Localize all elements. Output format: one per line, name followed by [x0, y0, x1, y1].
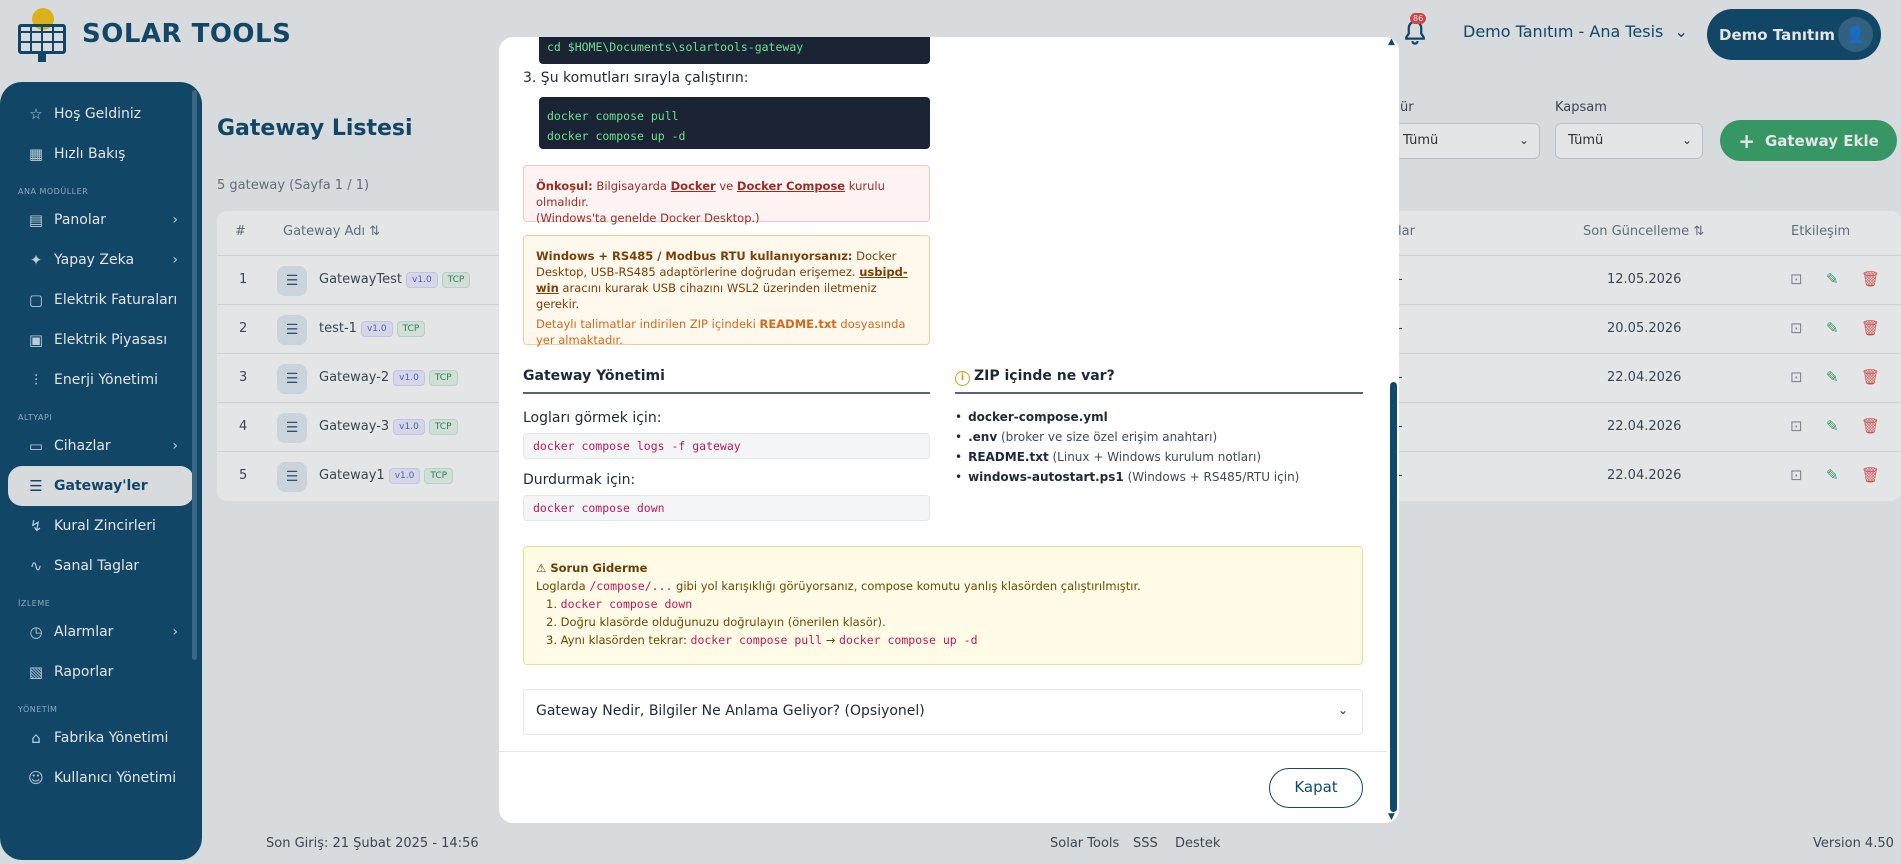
- docker-compose-link[interactable]: Docker Compose: [737, 179, 845, 193]
- stop-command[interactable]: docker compose down: [523, 495, 930, 521]
- list-item: .env (broker ve size özel erişim anahtar…: [955, 427, 1299, 447]
- zip-item-name: docker-compose.yml: [968, 410, 1108, 424]
- windows-rs485-alert: Windows + RS485 / Modbus RTU kullanıyors…: [523, 235, 930, 347]
- chevron-down-icon: ⌄: [1337, 703, 1348, 717]
- logs-label: Logları görmek için:: [523, 410, 662, 426]
- cd-command-block: cd $HOME\Documents\solartools-gateway: [539, 37, 930, 64]
- docker-link[interactable]: Docker: [671, 179, 716, 193]
- zip-item-desc: (broker ve size özel erişim anahtarı): [997, 430, 1218, 444]
- list-item: docker-compose.yml: [955, 407, 1299, 427]
- readme-note1: Detaylı talimatlar indirilen ZIP içindek…: [536, 317, 760, 331]
- trouble-step1-num: 1.: [546, 597, 557, 611]
- zip-contents-list: docker-compose.yml .env (broker ve size …: [955, 407, 1299, 487]
- gateway-setup-modal: cd $HOME\Documents\solartools-gateway 3.…: [499, 37, 1399, 823]
- trouble-step3-cmd1: docker compose pull: [690, 633, 823, 647]
- accordion-label: Gateway Nedir, Bilgiler Ne Anlama Geliyo…: [536, 703, 925, 719]
- troubleshooting-alert: ⚠ Sorun Giderme Loglarda /compose/... gi…: [523, 546, 1363, 665]
- trouble-step2: 2. Doğru klasörde olduğunuzu doğrulayın …: [546, 615, 886, 629]
- prereq-text4: (Windows'ta genelde Docker Desktop.): [536, 211, 760, 225]
- warning-icon: ⚠: [536, 561, 547, 575]
- scroll-up-icon[interactable]: ▲: [1388, 37, 1395, 47]
- stop-label: Durdurmak için:: [523, 472, 636, 488]
- windows-title: Windows + RS485 / Modbus RTU kullanıyors…: [536, 249, 853, 263]
- list-item: README.txt (Linux + Windows kurulum notl…: [955, 447, 1299, 467]
- zip-item-desc: (Windows + RS485/RTU için): [1123, 470, 1300, 484]
- gateway-management-heading: Gateway Yönetimi: [523, 368, 930, 394]
- step3-code-block: docker compose pull docker compose up -d: [539, 97, 930, 149]
- prereq-text2: ve: [715, 179, 737, 193]
- info-icon: i: [955, 371, 970, 386]
- code-line: cd $HOME\Documents\solartools-gateway: [547, 40, 804, 54]
- trouble-step1-cmd: docker compose down: [560, 597, 693, 611]
- trouble-step3-cmd2: docker compose up -d: [839, 633, 978, 647]
- windows-text2: aracını kurarak USB cihazını WSL2 üzerin…: [536, 281, 877, 311]
- trouble-path: /compose/...: [589, 579, 673, 593]
- modal-scrollbar[interactable]: ▲ ▼: [1387, 37, 1399, 823]
- zip-contents-heading: i ZIP içinde ne var?: [955, 368, 1363, 394]
- scroll-down-icon[interactable]: ▼: [1388, 812, 1395, 822]
- zip-item-name: windows-autostart.ps1: [968, 470, 1124, 484]
- code-line: docker compose up -d: [547, 129, 686, 143]
- scrollbar-thumb[interactable]: [1390, 382, 1397, 812]
- gateway-info-accordion[interactable]: Gateway Nedir, Bilgiler Ne Anlama Geliyo…: [523, 689, 1363, 735]
- list-item: windows-autostart.ps1 (Windows + RS485/R…: [955, 467, 1299, 487]
- trouble-text2: gibi yol karışıklığı görüyorsanız, compo…: [672, 579, 1141, 593]
- zip-item-name: .env: [968, 430, 998, 444]
- arrow-right-icon: →: [822, 633, 840, 647]
- prerequisite-alert: Önkoşul: Bilgisayarda Docker ve Docker C…: [523, 165, 930, 225]
- trouble-text1: Loglarda: [536, 579, 590, 593]
- prereq-text1: Bilgisayarda: [592, 179, 671, 193]
- zip-item-desc: (Linux + Windows kurulum notları): [1048, 450, 1262, 464]
- step3-text: 3. Şu komutları sırayla çalıştırın:: [523, 70, 749, 86]
- close-button[interactable]: Kapat: [1269, 768, 1363, 808]
- modal-footer-divider: [499, 751, 1387, 752]
- trouble-step3-text: 3. Aynı klasörden tekrar:: [546, 633, 691, 647]
- zip-title: ZIP içinde ne var?: [974, 368, 1115, 384]
- readme-note-bold: README.txt: [759, 317, 837, 331]
- code-line: docker compose pull: [547, 109, 679, 123]
- logs-command[interactable]: docker compose logs -f gateway: [523, 433, 930, 459]
- zip-item-name: README.txt: [968, 450, 1049, 464]
- prereq-title: Önkoşul:: [536, 179, 593, 193]
- trouble-title: Sorun Giderme: [550, 561, 648, 575]
